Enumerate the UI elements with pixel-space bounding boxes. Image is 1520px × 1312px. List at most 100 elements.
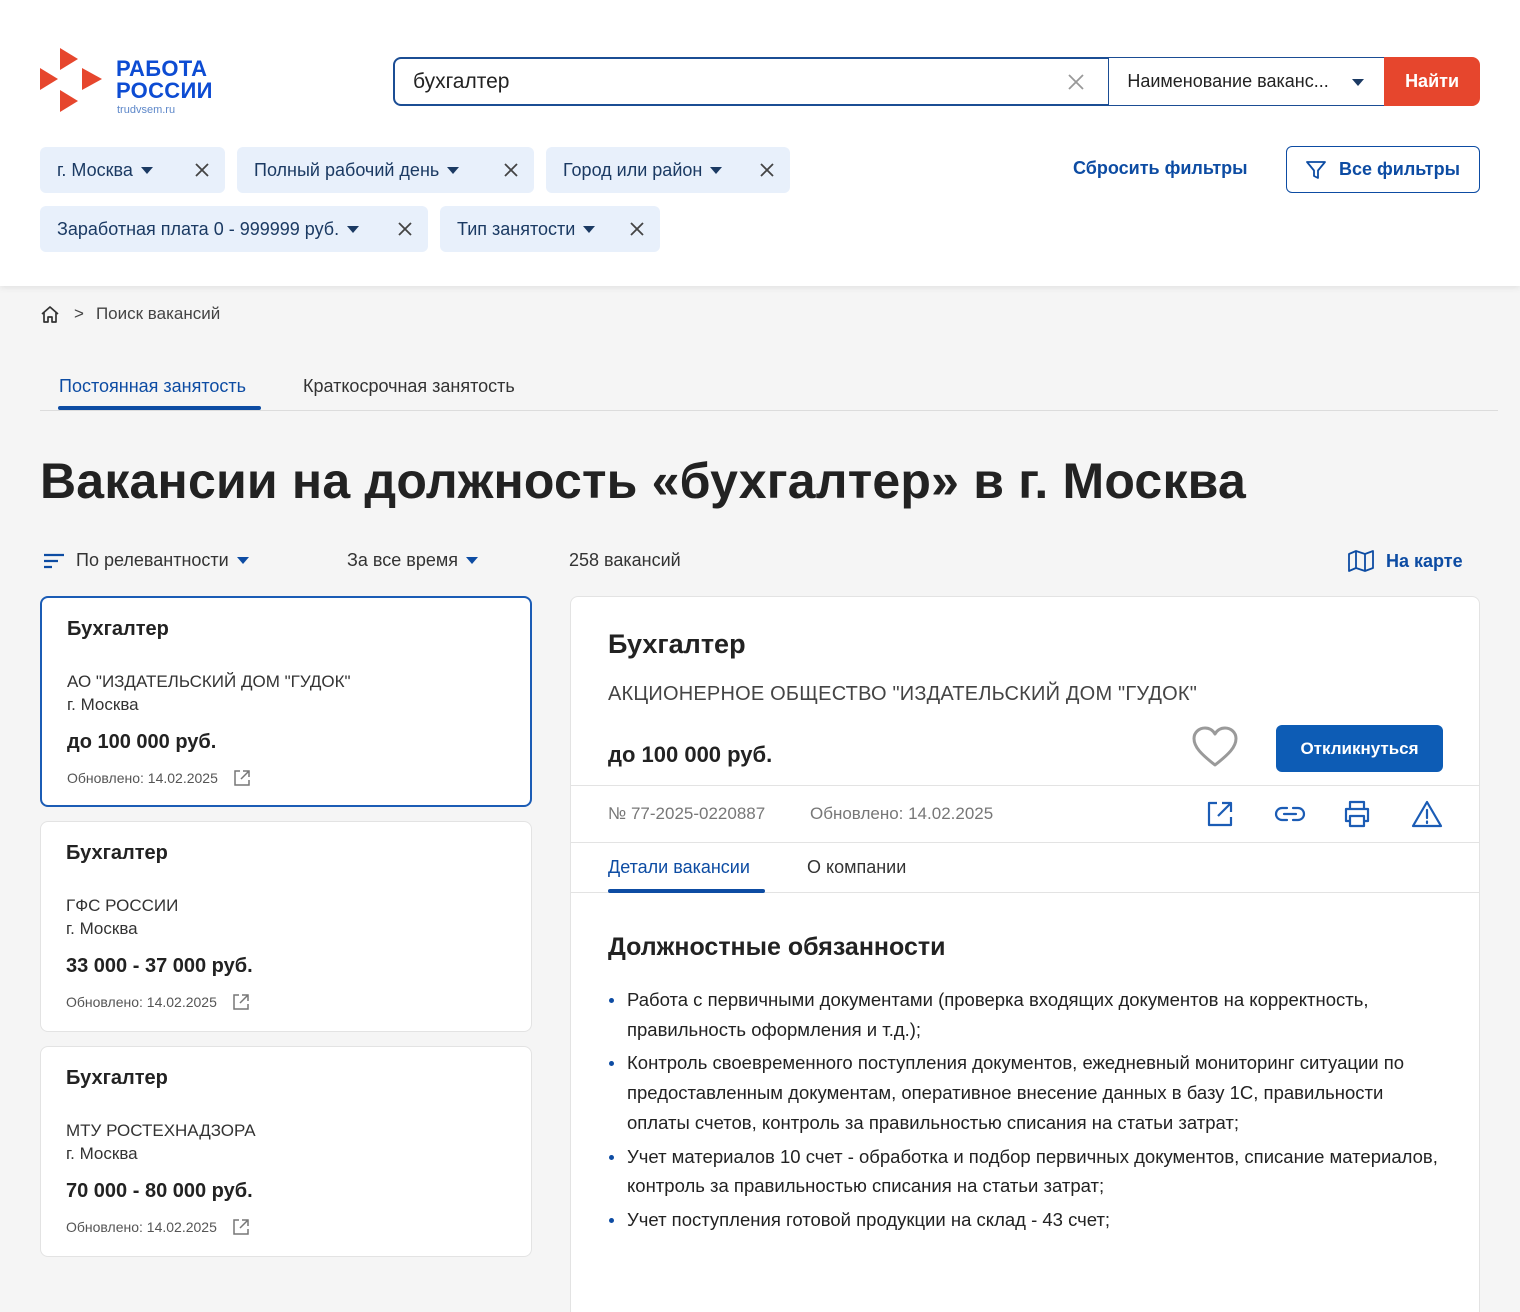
sort-period-label: За все время xyxy=(347,550,458,570)
duty-item: Учет материалов 10 счет - обработка и по… xyxy=(608,1142,1448,1201)
breadcrumb-current: Поиск вакансий xyxy=(95,304,221,323)
logo-mark-icon xyxy=(40,48,102,112)
filter-chip-label: г. Москва xyxy=(57,159,133,180)
detail-salary: до 100 000 руб. xyxy=(608,742,773,767)
close-icon[interactable] xyxy=(630,222,644,236)
vacancy-salary: 33 000 - 37 000 руб. xyxy=(66,955,253,977)
vacancy-salary: до 100 000 руб. xyxy=(67,731,217,753)
vacancy-title: Бухгалтер xyxy=(66,842,168,864)
chevron-down-icon xyxy=(583,225,596,233)
chevron-down-icon xyxy=(710,166,723,174)
search-bar: бухгалтер Наименование ваканс... Найти xyxy=(393,57,1480,106)
heart-icon[interactable] xyxy=(1191,725,1239,769)
detail-updated: Обновлено: 14.02.2025 xyxy=(810,804,994,823)
chevron-down-icon xyxy=(465,557,478,564)
all-filters-label: Все фильтры xyxy=(1339,159,1460,179)
filter-chip-label: Полный рабочий день xyxy=(254,159,440,180)
active-tab-indicator xyxy=(58,406,261,410)
reset-filters-link[interactable]: Сбросить фильтры xyxy=(1073,158,1248,179)
search-submit-button[interactable]: Найти xyxy=(1384,57,1480,106)
filter-chip-employment-type[interactable]: Тип занятости xyxy=(440,206,660,252)
duties-heading: Должностные обязанности xyxy=(608,933,946,961)
tab-vacancy-details[interactable]: Детали вакансии xyxy=(608,857,750,878)
map-view-link[interactable]: На карте xyxy=(1348,550,1463,572)
external-link-icon[interactable] xyxy=(231,1217,251,1237)
map-view-label: На карте xyxy=(1386,550,1463,571)
chevron-down-icon xyxy=(447,166,460,174)
close-icon[interactable] xyxy=(760,163,774,177)
vacancy-updated: Обновлено: 14.02.2025 xyxy=(66,992,251,1012)
vacancy-title: Бухгалтер xyxy=(67,618,169,640)
breadcrumb: > Поиск вакансий xyxy=(40,304,220,324)
close-icon[interactable] xyxy=(195,163,209,177)
vacancy-card[interactable]: Бухгалтер МТУ РОСТЕХНАДЗОРА г. Москва 70… xyxy=(40,1046,532,1257)
vacancy-card[interactable]: Бухгалтер АО "ИЗДАТЕЛЬСКИЙ ДОМ "ГУДОК" г… xyxy=(40,596,532,807)
vacancy-city: г. Москва xyxy=(66,919,138,938)
detail-company: АКЦИОНЕРНОЕ ОБЩЕСТВО "ИЗДАТЕЛЬСКИЙ ДОМ "… xyxy=(608,683,1198,705)
clear-icon[interactable] xyxy=(1066,72,1086,92)
duty-item: Контроль своевременного поступления доку… xyxy=(608,1048,1448,1137)
link-icon[interactable] xyxy=(1273,799,1307,829)
detail-tabs: Детали вакансии О компании xyxy=(571,843,1479,893)
external-link-icon[interactable] xyxy=(232,768,252,788)
filter-chip-salary[interactable]: Заработная плата 0 - 999999 руб. xyxy=(40,206,428,252)
sort-bar: По релевантности За все время 258 ваканс… xyxy=(40,550,1480,576)
chevron-down-icon xyxy=(347,225,360,233)
site-logo[interactable]: РАБОТА РОССИИ trudvsem.ru xyxy=(38,46,238,120)
filter-chip-district[interactable]: Город или район xyxy=(546,147,790,193)
vacancy-company: ГФС РОССИИ xyxy=(66,896,179,915)
close-icon[interactable] xyxy=(504,163,518,177)
tab-short-term[interactable]: Краткосрочная занятость xyxy=(303,376,515,397)
close-icon[interactable] xyxy=(398,222,412,236)
vacancy-detail-panel: Бухгалтер АКЦИОНЕРНОЕ ОБЩЕСТВО "ИЗДАТЕЛЬ… xyxy=(570,596,1480,1312)
map-icon xyxy=(1348,550,1374,572)
detail-meta-bar: № 77-2025-0220887 Обновлено: 14.02.2025 xyxy=(571,785,1479,843)
apply-button[interactable]: Откликнуться xyxy=(1276,725,1443,772)
site-header: РАБОТА РОССИИ trudvsem.ru бухгалтер Наим… xyxy=(0,0,1520,286)
vacancy-updated-text: Обновлено: 14.02.2025 xyxy=(66,994,217,1010)
print-icon[interactable] xyxy=(1342,799,1372,829)
duty-item: Учет поступления готовой продукции на ск… xyxy=(608,1205,1448,1235)
duty-item: Работа с первичными документами (проверк… xyxy=(608,985,1448,1044)
duties-list: Работа с первичными документами (проверк… xyxy=(608,985,1448,1239)
chevron-down-icon xyxy=(140,166,153,174)
page-title: Вакансии на должность «бухгалтер» в г. М… xyxy=(40,453,1246,509)
filter-chip-schedule[interactable]: Полный рабочий день xyxy=(237,147,534,193)
vacancy-title: Бухгалтер xyxy=(66,1067,168,1089)
vacancy-card[interactable]: Бухгалтер ГФС РОССИИ г. Москва 33 000 - … xyxy=(40,821,532,1032)
vacancy-updated-text: Обновлено: 14.02.2025 xyxy=(66,1219,217,1235)
sort-relevance-dropdown[interactable]: По релевантности xyxy=(43,550,249,571)
breadcrumb-separator: > xyxy=(74,304,84,323)
detail-title: Бухгалтер xyxy=(608,629,746,659)
sort-relevance-label: По релевантности xyxy=(76,550,229,570)
search-input[interactable]: бухгалтер xyxy=(393,57,1110,106)
all-filters-button[interactable]: Все фильтры xyxy=(1286,146,1480,193)
vacancy-updated: Обновлено: 14.02.2025 xyxy=(67,768,252,788)
filter-funnel-icon xyxy=(1306,160,1326,179)
external-link-icon[interactable] xyxy=(231,992,251,1012)
vacancy-number: № 77-2025-0220887 xyxy=(608,804,766,823)
filter-chip-label: Тип занятости xyxy=(457,218,576,239)
tab-about-company[interactable]: О компании xyxy=(807,857,906,878)
filter-chip-label: Заработная плата 0 - 999999 руб. xyxy=(57,218,340,239)
chevron-down-icon xyxy=(236,557,249,564)
active-detail-tab-indicator xyxy=(608,889,765,893)
filter-chip-city[interactable]: г. Москва xyxy=(40,147,225,193)
logo-line-2: РОССИИ xyxy=(116,78,213,103)
vacancy-city: г. Москва xyxy=(66,1144,138,1163)
employment-tabs: Постоянная занятость Краткосрочная занят… xyxy=(40,372,1498,411)
search-query: бухгалтер xyxy=(413,69,510,93)
vacancy-updated-text: Обновлено: 14.02.2025 xyxy=(67,770,218,786)
vacancy-count: 258 вакансий xyxy=(569,550,681,570)
home-icon[interactable] xyxy=(40,305,60,324)
external-link-icon[interactable] xyxy=(1205,799,1235,829)
tab-permanent[interactable]: Постоянная занятость xyxy=(59,376,246,397)
sort-period-dropdown[interactable]: За все время xyxy=(347,550,478,571)
logo-line-1: РАБОТА xyxy=(116,56,208,81)
warning-icon[interactable] xyxy=(1411,799,1443,829)
search-scope-select[interactable]: Наименование ваканс... xyxy=(1109,57,1385,106)
vacancy-salary: 70 000 - 80 000 руб. xyxy=(66,1180,253,1202)
vacancy-company: АО "ИЗДАТЕЛЬСКИЙ ДОМ "ГУДОК" xyxy=(67,672,351,691)
vacancy-company: МТУ РОСТЕХНАДЗОРА xyxy=(66,1121,256,1140)
search-scope-value: Наименование ваканс... xyxy=(1127,71,1329,91)
